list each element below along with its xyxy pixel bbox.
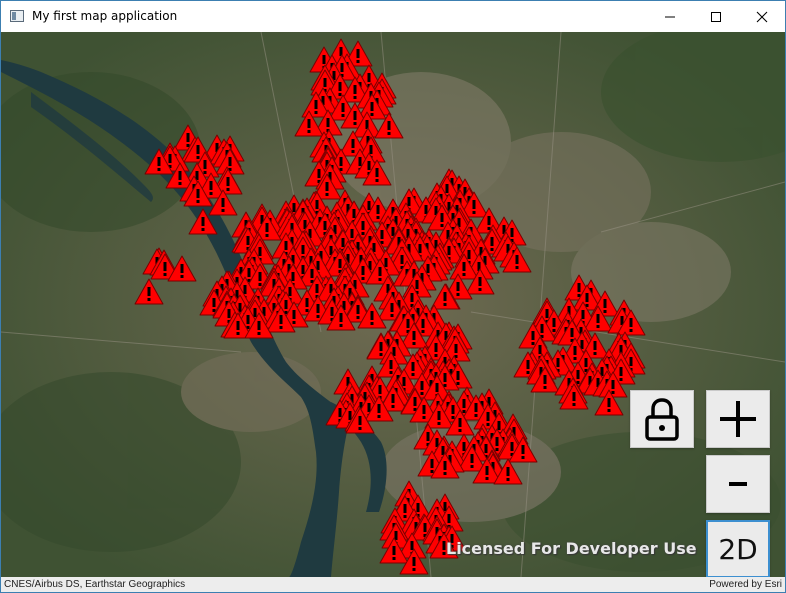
window-title: My first map application — [32, 9, 178, 23]
attribution-bar: CNES/Airbus DS, Earthstar Geographics Po… — [1, 577, 785, 592]
lock-icon — [645, 398, 679, 441]
incident-markers-layer[interactable] — [1, 32, 785, 577]
view-mode-toggle-button[interactable]: 2D — [706, 520, 770, 577]
plus-icon — [720, 401, 756, 437]
zoom-in-button[interactable] — [706, 390, 770, 448]
minus-icon — [729, 482, 747, 486]
powered-by-text[interactable]: Powered by Esri — [709, 579, 782, 590]
close-button[interactable] — [739, 1, 785, 32]
zoom-out-button[interactable] — [706, 455, 770, 513]
minimize-icon — [665, 16, 675, 17]
license-watermark: Licensed For Developer Use — [446, 539, 697, 558]
app-window: My first map application Licensed For De… — [0, 0, 786, 593]
warning-triangle-icon[interactable] — [134, 278, 164, 305]
minimize-button[interactable] — [647, 1, 693, 32]
maximize-icon — [711, 11, 721, 22]
attribution-text: CNES/Airbus DS, Earthstar Geographics — [4, 579, 186, 590]
app-icon — [10, 10, 24, 22]
rotation-lock-button[interactable] — [630, 390, 694, 448]
map-view[interactable]: Licensed For Developer Use 2D — [1, 32, 785, 577]
maximize-button[interactable] — [693, 1, 739, 32]
title-bar[interactable]: My first map application — [1, 1, 785, 32]
close-icon — [756, 11, 768, 22]
